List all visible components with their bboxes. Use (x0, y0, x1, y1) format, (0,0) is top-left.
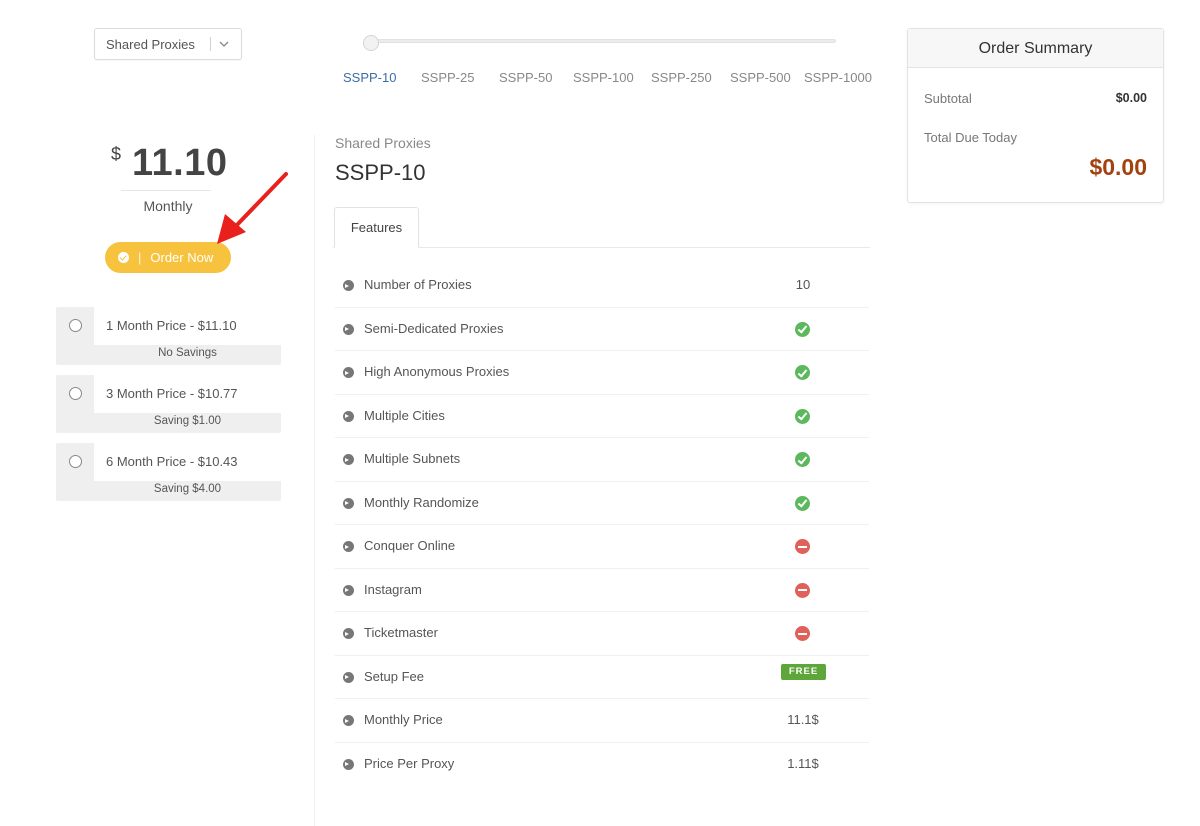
billing-option-savings: Saving $1.00 (153, 415, 222, 427)
arrow-circle-right-icon (343, 758, 354, 770)
tier-label-sspp-250[interactable]: SSPP-250 (651, 70, 712, 85)
billing-option-savings: Saving $4.00 (153, 483, 222, 495)
check-circle-icon (795, 365, 810, 380)
chevron-down-icon[interactable] (219, 41, 241, 47)
feature-row-instagram: Instagram (335, 569, 869, 612)
arrow-circle-right-icon (343, 410, 354, 422)
arrow-circle-right-icon (343, 454, 354, 465)
feature-label: Conquer Online (364, 538, 456, 553)
minus-circle-icon (795, 626, 810, 641)
feature-row-conquer-online: Conquer Online (335, 525, 869, 569)
billing-option-label: 6 Month Price - $10.43 (94, 443, 281, 481)
check-circle-icon (795, 452, 810, 467)
arrow-circle-right-icon (343, 628, 354, 639)
category-select[interactable]: Shared Proxies (94, 28, 242, 60)
minus-circle-icon (795, 582, 810, 598)
feature-label: Multiple Cities (364, 407, 445, 423)
feature-label: Instagram (364, 581, 422, 597)
subtotal-row: Subtotal $0.00 (924, 91, 1147, 106)
arrow-circle-right-icon (343, 497, 354, 509)
price-period: Monthly (143, 198, 193, 214)
feature-row-multiple-cities: Multiple Cities (335, 395, 869, 438)
check-circle-icon (795, 321, 810, 337)
tab-features[interactable]: Features (334, 207, 419, 248)
feature-label: Monthly Randomize (364, 494, 479, 510)
feature-label: Monthly Price (364, 712, 443, 727)
arrow-circle-right-icon (343, 280, 354, 291)
billing-option-3-month[interactable]: 3 Month Price - $10.77 Saving $1.00 (56, 375, 281, 433)
quantity-slider-handle[interactable] (363, 35, 379, 51)
check-circle-icon (795, 408, 810, 424)
column-divider (314, 135, 315, 826)
arrow-circle-right-icon (343, 367, 354, 378)
tier-label-sspp-10[interactable]: SSPP-10 (343, 70, 396, 85)
feature-label: Price Per Proxy (364, 755, 455, 771)
arrow-circle-right-icon (343, 715, 354, 726)
tier-label-sspp-1000[interactable]: SSPP-1000 (804, 70, 872, 85)
billing-radio-1-month[interactable] (69, 319, 82, 332)
tier-label-sspp-50[interactable]: SSPP-50 (499, 70, 552, 85)
tier-labels: SSPP-10 SSPP-25 SSPP-50 SSPP-100 SSPP-25… (336, 70, 876, 88)
tier-label-sspp-100[interactable]: SSPP-100 (573, 70, 634, 85)
feature-row-price-per-proxy: Price Per Proxy 1.11$ (335, 743, 869, 787)
subtotal-label: Subtotal (924, 91, 972, 106)
billing-option-label: 1 Month Price - $11.10 (94, 307, 281, 345)
category-select-divider (210, 37, 211, 51)
order-now-button[interactable]: | Order Now (105, 242, 231, 273)
price-currency: $ (111, 144, 122, 164)
feature-row-monthly-randomize: Monthly Randomize (335, 482, 869, 525)
feature-row-high-anonymous: High Anonymous Proxies (335, 351, 869, 395)
feature-row-monthly-price: Monthly Price 11.1$ (335, 699, 869, 743)
price-divider (121, 190, 211, 191)
free-badge: FREE (781, 663, 826, 680)
feature-value: 1.11$ (787, 755, 819, 771)
check-circle-icon (795, 495, 810, 511)
tier-label-sspp-25[interactable]: SSPP-25 (421, 70, 474, 85)
billing-option-savings: No Savings (158, 347, 217, 359)
minus-circle-icon (795, 539, 810, 554)
billing-radio-3-month[interactable] (69, 387, 82, 400)
feature-label: High Anonymous Proxies (364, 364, 510, 379)
feature-row-semi-dedicated: Semi-Dedicated Proxies (335, 308, 869, 351)
feature-value: 11.1$ (787, 712, 819, 727)
tier-label-sspp-500[interactable]: SSPP-500 (730, 70, 791, 85)
feature-row-ticketmaster: Ticketmaster (335, 612, 869, 656)
feature-label: Number of Proxies (364, 277, 472, 292)
feature-label: Semi-Dedicated Proxies (364, 320, 504, 336)
billing-option-1-month[interactable]: 1 Month Price - $11.10 No Savings (56, 307, 281, 365)
order-now-label: Order Now (150, 250, 214, 265)
product-name: SSPP-10 (335, 160, 426, 185)
order-summary-panel: Order Summary Subtotal $0.00 Total Due T… (907, 28, 1164, 203)
subtotal-value: $0.00 (1115, 91, 1147, 105)
price-amount: 11.10 (132, 142, 228, 184)
order-button-separator: | (138, 250, 142, 265)
order-summary-title: Order Summary (908, 29, 1163, 68)
arrow-circle-right-icon (343, 541, 354, 552)
arrow-circle-right-icon (343, 671, 354, 683)
product-category: Shared Proxies (335, 135, 431, 151)
feature-label: Setup Fee (364, 668, 424, 684)
arrow-circle-right-icon (343, 323, 354, 335)
feature-value: 10 (795, 277, 811, 292)
feature-label: Ticketmaster (364, 625, 438, 640)
check-circle-icon (118, 252, 129, 263)
total-due-label: Total Due Today (924, 130, 1017, 145)
billing-option-6-month[interactable]: 6 Month Price - $10.43 Saving $4.00 (56, 443, 281, 501)
category-select-value: Shared Proxies (106, 36, 195, 52)
total-due-value: $0.00 (1089, 154, 1147, 180)
feature-label: Multiple Subnets (364, 451, 461, 466)
feature-row-setup-fee: Setup Fee FREE (335, 656, 869, 699)
feature-row-multiple-subnets: Multiple Subnets (335, 438, 869, 482)
billing-option-label: 3 Month Price - $10.77 (94, 375, 281, 413)
arrow-circle-right-icon (343, 584, 354, 596)
feature-row-number-of-proxies: Number of Proxies 10 (335, 264, 869, 308)
features-table: Number of Proxies 10 Semi-Dedicated Prox… (335, 264, 869, 786)
quantity-slider-track[interactable] (370, 39, 836, 43)
billing-radio-6-month[interactable] (69, 455, 82, 468)
